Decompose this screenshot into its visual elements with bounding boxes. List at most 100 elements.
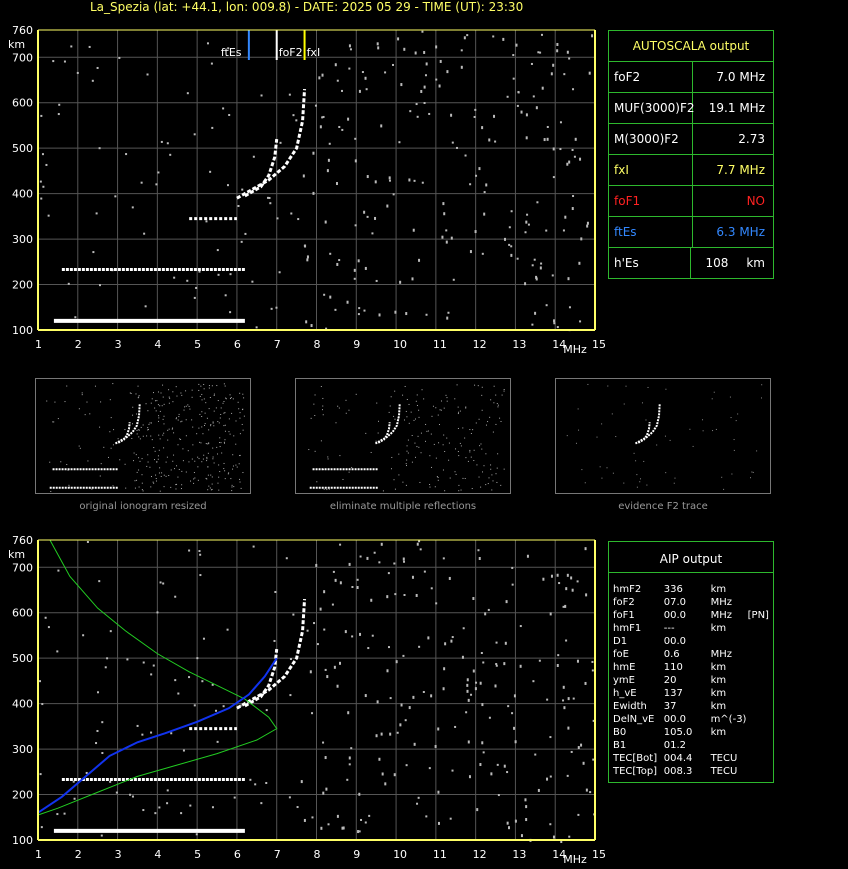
noise-dot	[418, 258, 421, 262]
noise-dot	[570, 576, 573, 580]
thumb-noise	[183, 409, 185, 411]
thumb-noise	[394, 488, 396, 490]
thumb-noise	[78, 408, 80, 410]
thumb-eliminate	[295, 378, 511, 494]
noise-dot	[348, 44, 351, 48]
noise-dot	[305, 320, 308, 324]
thumb-noise	[103, 446, 105, 448]
thumb-noise	[220, 442, 222, 444]
noise-dot	[516, 104, 519, 107]
thumb-noise	[448, 442, 450, 444]
noise-dot	[387, 646, 390, 649]
noise-dot	[146, 73, 149, 76]
aip-cell	[748, 648, 773, 661]
noise-dot	[488, 138, 491, 142]
thumb-noise	[587, 383, 589, 385]
aip-row: B1 01.2	[609, 739, 773, 752]
noise-dot	[388, 179, 391, 182]
noise-dot	[319, 607, 322, 611]
thumb-noise	[228, 418, 230, 420]
noise-dot	[376, 42, 379, 46]
thumb-noise	[198, 458, 200, 460]
thumb-noise	[189, 408, 191, 410]
x-tick-label: 1	[35, 338, 42, 351]
noise-dot	[492, 35, 495, 38]
thumb-noise	[761, 384, 763, 386]
thumb-noise	[64, 401, 66, 403]
thumb-noise	[146, 435, 148, 437]
aip-cell: 07.0	[663, 597, 686, 608]
noise-dot	[445, 229, 448, 232]
noise-dot	[40, 114, 43, 117]
thumb-noise	[78, 445, 80, 447]
thumb-noise	[160, 392, 162, 394]
thumb-noise	[162, 434, 164, 436]
noise-dot	[592, 758, 595, 761]
thumb-noise	[142, 490, 144, 492]
noise-dot	[347, 711, 350, 715]
thumb-noise	[91, 488, 93, 490]
thumb-noise	[157, 455, 159, 457]
noise-dot	[585, 593, 588, 597]
noise-dot	[577, 813, 580, 816]
thumb-noise	[242, 429, 244, 431]
noise-dot	[538, 659, 541, 662]
noise-dot	[260, 94, 263, 97]
noise-dot	[474, 108, 477, 111]
noise-dot	[435, 602, 438, 605]
thumb-noise	[733, 449, 735, 451]
thumb-noise	[201, 399, 203, 401]
noise-dot	[510, 253, 513, 257]
noise-dot	[545, 229, 548, 232]
noise-dot	[468, 775, 471, 779]
thumb-noise	[206, 417, 208, 419]
thumb-noise	[490, 464, 492, 466]
noise-dot	[386, 595, 389, 599]
noise-dot	[217, 273, 220, 276]
noise-dot	[363, 210, 366, 214]
thumb-noise	[170, 486, 172, 488]
thumb-noise	[431, 466, 433, 468]
noise-dot	[551, 274, 554, 277]
thumb-noise	[228, 431, 230, 433]
thumb-noise	[235, 443, 237, 445]
thumb-noise	[213, 425, 215, 427]
noise-dot	[366, 175, 369, 179]
y-tick-label: 760	[12, 24, 33, 37]
noise-dot	[388, 176, 391, 180]
thumb-noise	[147, 429, 149, 431]
noise-dot	[392, 193, 395, 196]
noise-dot	[276, 217, 279, 220]
noise-dot	[312, 151, 315, 155]
thumb-noise	[151, 476, 153, 478]
thumb-noise	[426, 430, 428, 432]
thumb-noise	[211, 488, 213, 490]
thumb-noise	[230, 397, 232, 399]
thumb-noise	[147, 461, 149, 463]
noise-dot	[381, 772, 384, 776]
aip-cell: km	[710, 662, 727, 673]
autoscala-value: 6.3 MHz	[716, 225, 765, 239]
noise-dot	[526, 554, 529, 558]
thumb-noise	[212, 422, 214, 424]
noise-dot	[444, 642, 447, 646]
noise-dot	[416, 802, 419, 805]
x-axis-label: MHz	[563, 343, 587, 356]
noise-dot	[249, 778, 252, 781]
thumb-noise	[227, 473, 229, 475]
aip-cell: 01.2	[663, 740, 686, 751]
aip-cell	[748, 739, 773, 752]
aip-cell: 008.3	[663, 766, 693, 777]
noise-dot	[52, 60, 55, 63]
thumb-noise	[223, 468, 225, 470]
thumb-noise	[197, 466, 199, 468]
aip-cell: TEC[Top]	[613, 766, 658, 777]
thumb-noise	[418, 416, 420, 418]
thumb-noise	[150, 486, 152, 488]
noise-dot	[439, 59, 442, 63]
thumb-noise	[370, 451, 372, 453]
noise-dot	[199, 574, 202, 577]
thumb-noise	[406, 450, 408, 452]
noise-dot	[510, 210, 513, 213]
thumb-noise	[231, 490, 233, 492]
